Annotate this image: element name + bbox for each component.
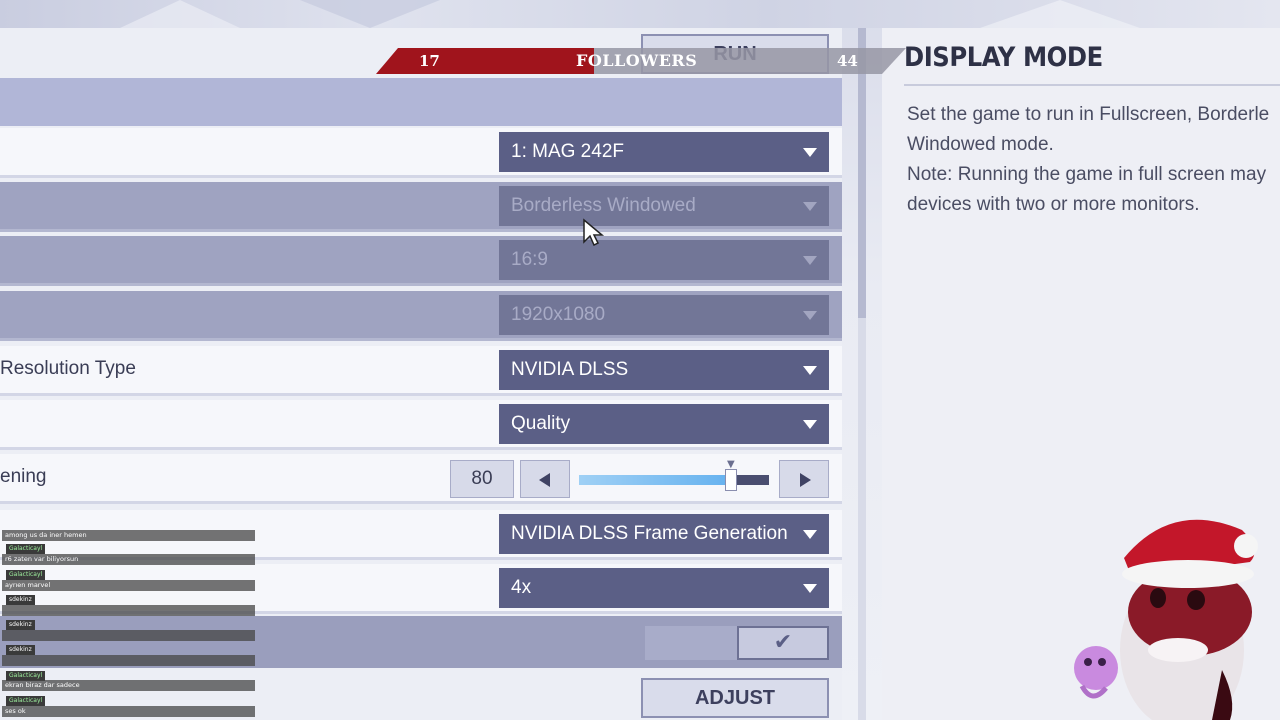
sharpening-slider-handle[interactable] (725, 469, 737, 491)
info-line: Windowed mode. (907, 134, 1054, 155)
chat-username: Galacticayl (6, 570, 46, 580)
toggle-track (645, 626, 737, 660)
sharpening-value: 80 (450, 460, 514, 498)
monitor-row: 1: MAG 242F (0, 128, 842, 178)
frame-generation-multiplier-value: 4x (511, 577, 532, 598)
info-line: Set the game to run in Fullscreen, Borde… (907, 104, 1270, 125)
chat-message (2, 605, 255, 616)
chat-message: ayrıen marvel (2, 580, 255, 591)
sharpening-label: ening (0, 466, 47, 487)
frame-generation-value: NVIDIA DLSS Frame Generation (511, 523, 788, 544)
resolution-row: 1920x1080 (0, 291, 842, 341)
aspect-ratio-value: 16:9 (511, 249, 548, 270)
chat-message: ekran biraz dar sadece (2, 680, 255, 691)
chat-username: Galacticayl (6, 696, 46, 706)
chevron-down-icon (803, 202, 817, 211)
display-mode-row: Borderless Windowed (0, 182, 842, 232)
info-title: DISPLAY MODE (904, 42, 1103, 73)
aspect-ratio-row: 16:9 (0, 236, 842, 286)
frame-generation-dropdown[interactable]: NVIDIA DLSS Frame Generation (499, 514, 829, 554)
chat-message (2, 655, 255, 666)
chat-message: r6 zaten var biliyorsun (2, 554, 255, 565)
adjust-button[interactable]: ADJUST (641, 678, 829, 718)
super-resolution-mode-dropdown[interactable]: Quality (499, 404, 829, 444)
chevron-down-icon (803, 584, 817, 593)
followers-goal-count: 44 (837, 52, 858, 70)
info-description: Set the game to run in Fullscreen, Borde… (907, 100, 1280, 220)
banner-decoration (980, 0, 1140, 28)
santa-hat-shark-mascot (1074, 519, 1258, 720)
chevron-down-icon (803, 420, 817, 429)
info-line: Note: Running the game in full screen ma… (907, 164, 1267, 185)
followers-label: FOLLOWERS (576, 51, 698, 70)
banner-decoration (300, 0, 440, 28)
sharpening-slider-fill (579, 475, 731, 485)
super-resolution-mode-value: Quality (511, 413, 571, 434)
super-resolution-type-row: Resolution Type NVIDIA DLSS (0, 346, 842, 396)
chat-message (2, 630, 255, 641)
super-resolution-type-label: Resolution Type (0, 358, 136, 379)
banner-decoration (120, 0, 240, 28)
super-resolution-mode-row: Quality (0, 400, 842, 450)
stream-chat-overlay: among us da iner hemen Galacticayl r6 za… (0, 528, 256, 720)
slider-default-marker-icon: ▼ (727, 459, 735, 470)
info-line: devices with two or more monitors. (907, 194, 1200, 215)
frame-generation-multiplier-dropdown[interactable]: 4x (499, 568, 829, 608)
super-resolution-type-dropdown[interactable]: NVIDIA DLSS (499, 350, 829, 390)
followers-bar-progress (376, 48, 594, 74)
sharpening-decrease-button[interactable] (520, 460, 570, 498)
monitor-dropdown[interactable]: 1: MAG 242F (499, 132, 829, 172)
super-resolution-type-value: NVIDIA DLSS (511, 359, 629, 380)
sharpening-increase-button[interactable] (779, 460, 829, 498)
top-banner (0, 0, 1280, 28)
info-divider (904, 84, 1280, 86)
arrow-left-icon (539, 473, 550, 487)
scrollbar[interactable] (858, 28, 866, 720)
confirm-checkbox[interactable]: ✔ (737, 626, 829, 660)
chat-username: Galacticayl (6, 544, 46, 554)
sharpening-row: ening 80 ▼ (0, 454, 842, 504)
followers-goal-bar: 17 FOLLOWERS 44 (376, 48, 906, 74)
chat-username: sdekinz (6, 645, 35, 655)
display-mode-value: Borderless Windowed (511, 195, 696, 216)
chat-username: sdekinz (6, 595, 35, 605)
chevron-down-icon (803, 148, 817, 157)
followers-current-count: 17 (419, 52, 440, 70)
arrow-right-icon (800, 473, 811, 487)
aspect-ratio-dropdown[interactable]: 16:9 (499, 240, 829, 280)
chevron-down-icon (803, 256, 817, 265)
monitor-value: 1: MAG 242F (511, 141, 624, 162)
chevron-down-icon (803, 530, 817, 539)
chat-message: among us da iner hemen (2, 530, 255, 541)
chat-message: ses ok (2, 706, 255, 717)
mouse-pointer-icon (583, 218, 605, 247)
chevron-down-icon (803, 366, 817, 375)
sharpening-slider[interactable]: ▼ (579, 459, 769, 491)
resolution-dropdown[interactable]: 1920x1080 (499, 295, 829, 335)
resolution-value: 1920x1080 (511, 304, 606, 325)
chat-username: sdekinz (6, 620, 35, 630)
chevron-down-icon (803, 311, 817, 320)
settings-section-header (0, 78, 842, 126)
display-mode-dropdown[interactable]: Borderless Windowed (499, 186, 829, 226)
